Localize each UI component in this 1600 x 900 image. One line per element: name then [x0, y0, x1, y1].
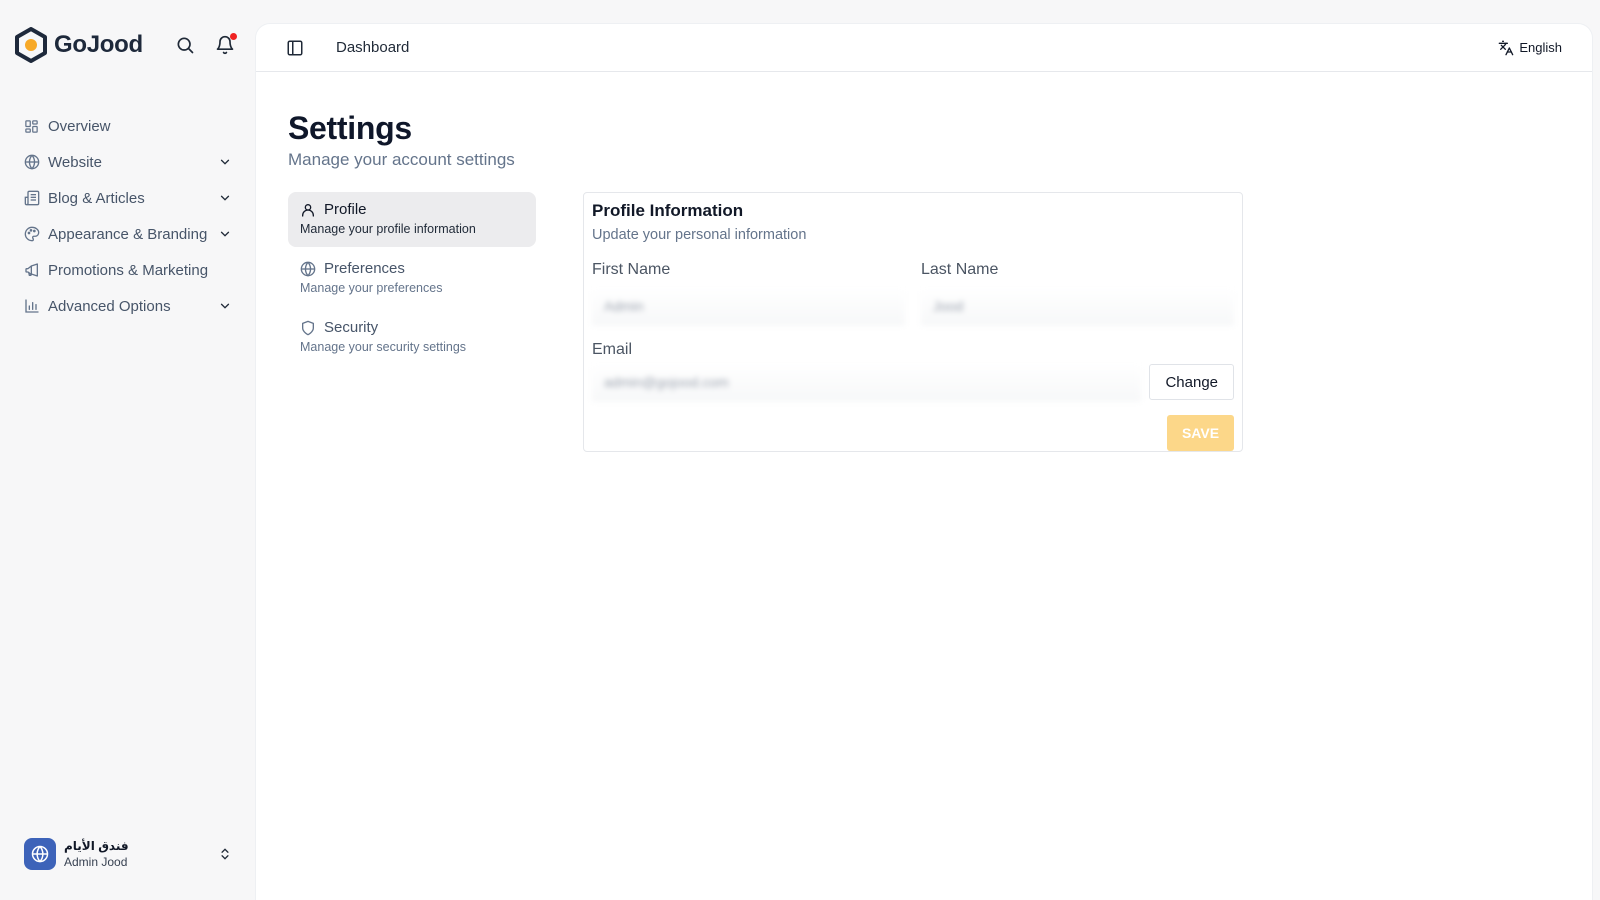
chevron-down-icon [218, 299, 232, 313]
brand-name: GoJood [54, 31, 143, 58]
settings-tab-label: Profile [324, 201, 367, 218]
last-name-label: Last Name [921, 261, 999, 278]
account-switcher[interactable]: فندق الأيام Admin Jood [14, 832, 242, 876]
sidebar-item-label: Promotions & Marketing [48, 261, 209, 279]
settings-tab-security[interactable]: Security Manage your security settings [288, 310, 536, 365]
globe-icon [300, 261, 316, 277]
settings-tab-label: Preferences [324, 260, 405, 277]
language-switcher[interactable]: English [1498, 40, 1562, 56]
change-email-button[interactable]: Change [1149, 364, 1234, 400]
chevrons-up-down-icon [218, 846, 232, 862]
first-name-label: First Name [592, 261, 671, 278]
globe-icon [24, 154, 40, 170]
translate-icon [1498, 40, 1514, 56]
breadcrumb[interactable]: Dashboard [336, 39, 409, 56]
card-title: Profile Information [592, 201, 744, 220]
settings-tab-profile[interactable]: Profile Manage your profile information [288, 192, 536, 247]
brand-row: GoJood [14, 26, 244, 64]
first-name-input[interactable] [592, 287, 905, 325]
globe-icon [31, 845, 49, 863]
main-panel: Dashboard English Settings Manage your a… [256, 24, 1592, 900]
settings-tab-description: Manage your security settings [300, 340, 467, 354]
sidebar-item-overview[interactable]: Overview [14, 108, 242, 144]
sidebar-item-label: Appearance & Branding [48, 225, 208, 243]
account-name: فندق الأيام [64, 839, 129, 853]
sidebar-item-advanced[interactable]: Advanced Options [14, 288, 242, 324]
sidebar-item-promotions[interactable]: Promotions & Marketing [14, 252, 242, 288]
page-subtitle: Manage your account settings [288, 150, 515, 169]
email-label: Email [592, 341, 633, 358]
grid-icon [24, 118, 40, 134]
sidebar-toggle-icon[interactable] [284, 37, 306, 59]
profile-information-card: Profile Information Update your personal… [583, 192, 1243, 452]
topbar: Dashboard English [256, 24, 1592, 72]
page-title: Settings [288, 110, 412, 146]
shield-icon [300, 320, 316, 336]
logo[interactable]: GoJood [14, 27, 143, 63]
avatar [24, 838, 56, 870]
chevron-down-icon [218, 155, 232, 169]
save-button[interactable]: SAVE [1167, 415, 1234, 451]
language-label: English [1519, 40, 1562, 55]
last-name-input[interactable] [921, 287, 1234, 325]
hexagon-logo-icon [14, 27, 48, 63]
user-icon [300, 202, 316, 218]
settings-nav: Profile Manage your profile information … [288, 192, 536, 369]
settings-tab-label: Security [324, 319, 379, 336]
sidebar-item-website[interactable]: Website [14, 144, 242, 180]
sidebar-item-label: Overview [48, 117, 111, 135]
bell-icon[interactable] [214, 33, 237, 56]
bar-chart-icon [24, 298, 40, 314]
email-input[interactable] [592, 363, 1142, 401]
palette-icon [24, 226, 40, 242]
chevron-down-icon [218, 227, 232, 241]
newspaper-icon [24, 190, 40, 206]
settings-tab-description: Manage your preferences [300, 281, 443, 295]
sidebar: GoJood Overview Website Blog & Articles … [0, 0, 256, 900]
card-subtitle: Update your personal information [592, 227, 807, 243]
chevron-down-icon [218, 191, 232, 205]
sidebar-item-label: Advanced Options [48, 297, 171, 315]
sidebar-item-blog[interactable]: Blog & Articles [14, 180, 242, 216]
notification-dot [230, 33, 237, 40]
settings-tab-description: Manage your profile information [300, 222, 476, 236]
account-role: Admin Jood [64, 855, 128, 869]
settings-tab-preferences[interactable]: Preferences Manage your preferences [288, 251, 536, 306]
megaphone-icon [24, 262, 40, 278]
sidebar-item-label: Website [48, 153, 102, 171]
sidebar-nav: Overview Website Blog & Articles Appeara… [14, 108, 242, 324]
search-icon[interactable] [174, 34, 196, 56]
sidebar-item-label: Blog & Articles [48, 189, 145, 207]
sidebar-item-appearance[interactable]: Appearance & Branding [14, 216, 242, 252]
